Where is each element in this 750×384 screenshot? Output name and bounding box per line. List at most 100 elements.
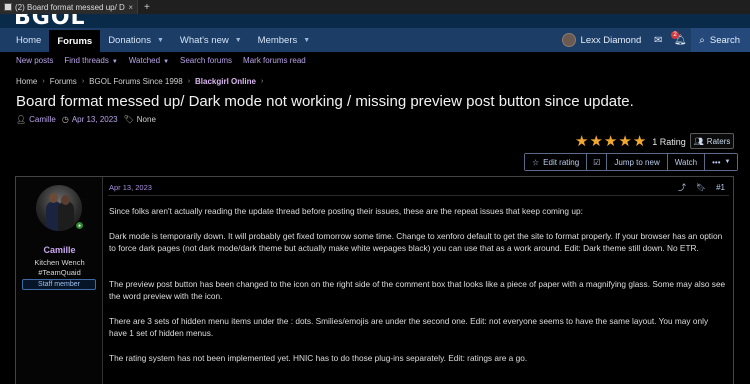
watch-button[interactable]: Watch [667, 154, 706, 170]
nav-tab-label: Home [16, 34, 42, 46]
clock-icon: ◷ [61, 115, 69, 124]
nav-tab-home[interactable]: Home [0, 28, 49, 52]
subnav-watched[interactable]: Watched ▼ [129, 56, 169, 65]
more-options-button[interactable]: ••• ▼ [705, 154, 738, 170]
search-label: Search [709, 34, 740, 46]
post-paragraph: Dark mode is temporarily down. It will p… [109, 230, 723, 254]
post-paragraph: The rating system has not been implement… [109, 352, 528, 363]
thread-action-bar: ☆ Edit rating ☑ Jump to new Watch ••• ▼ [524, 153, 739, 171]
chevron-down-icon: ▼ [163, 59, 170, 65]
chevron-down-icon: ▼ [111, 59, 118, 65]
checkbox-icon: ☑ [593, 157, 601, 167]
star-icon: ★ [618, 133, 632, 150]
bookmark-icon[interactable]: 🔖︎ [696, 183, 706, 192]
chevron-right-icon: › [187, 78, 191, 85]
share-icon[interactable]: ⤴ [678, 182, 686, 193]
nav-tab-members[interactable]: Members ▼ [250, 28, 319, 52]
avatar [561, 33, 576, 47]
browser-tab-strip: (2) Board format messed up/ Dark mo × + [0, 0, 750, 14]
site-logo[interactable]: BGOL [14, 14, 86, 28]
tags-icon: 🏷︎ [123, 115, 134, 124]
close-tab-icon[interactable]: × [128, 3, 133, 12]
chevron-right-icon: › [42, 78, 45, 85]
nav-tab-label: Donations [108, 34, 151, 46]
jump-to-new-label: Jump to new [614, 157, 660, 167]
nav-tab-whats-new[interactable]: What's new ▼ [172, 28, 250, 52]
nav-tab-label: Members [257, 34, 298, 46]
nav-tab-forums[interactable]: Forums [49, 28, 101, 52]
thread-author[interactable]: Camille [29, 115, 56, 124]
main-nav: Home Forums Donations ▼ What's new ▼ Membe… [0, 28, 750, 52]
thread-rating: ★ ★ ★ ★ ★ 1 Rating [575, 134, 686, 149]
raters-button[interactable]: 👥︎ Raters [690, 133, 734, 149]
online-status-icon: ● [75, 221, 84, 230]
post-body: Apr 13, 2023 ⤴ 🔖︎ #1 Since folks aren't … [104, 177, 733, 384]
chevron-down-icon[interactable]: ▼ [303, 37, 310, 44]
account-menu[interactable]: Lexx Diamond [556, 28, 648, 52]
thread-tags: None [136, 115, 156, 124]
inbox-icon[interactable]: ✉ [647, 28, 669, 52]
favicon-icon [4, 3, 12, 11]
star-icon: ★ [575, 133, 589, 150]
staff-badge: Staff member [22, 279, 96, 290]
nav-tab-label: Forums [57, 35, 93, 47]
select-checkbox-button[interactable]: ☑ [587, 154, 608, 170]
search-icon: ⌕ [699, 34, 705, 46]
post-content: Since folks aren't actually reading the … [109, 205, 727, 376]
edit-rating-label: Edit rating [543, 157, 580, 167]
more-icon: ••• [712, 157, 721, 167]
thread-meta: 👤︎ Camille ◷ Apr 13, 2023 🏷︎ None [16, 115, 162, 124]
chevron-down-icon[interactable]: ▼ [235, 37, 242, 44]
post-user-title-2: #TeamQuaid [38, 268, 81, 277]
rating-count: 1 Rating [652, 136, 686, 147]
nav-account-area: Lexx Diamond ✉ 2 🔔︎ ⌕ Search [556, 28, 750, 52]
breadcrumb-item[interactable]: Forums [50, 77, 77, 86]
alerts-icon[interactable]: 2 🔔︎ [669, 28, 691, 52]
star-icon: ★ [632, 133, 647, 150]
star-icon: ★ [589, 133, 603, 150]
post-date[interactable]: Apr 13, 2023 [109, 183, 152, 192]
browser-tab[interactable]: (2) Board format messed up/ Dark mo × [0, 0, 138, 14]
user-icon: 👤︎ [16, 115, 27, 124]
post-paragraph: Since folks aren't actually reading the … [109, 206, 583, 216]
watch-label: Watch [674, 157, 698, 167]
breadcrumb: Home › Forums › BGOL Forums Since 1998 ›… [16, 77, 268, 86]
post: ● Camille Kitchen Wench #TeamQuaid Staff… [15, 176, 734, 384]
new-tab-icon[interactable]: + [144, 2, 150, 13]
chevron-right-icon: › [81, 78, 85, 85]
subnav-find-threads[interactable]: Find threads ▼ [64, 56, 117, 65]
post-user-title: Kitchen Wench [34, 258, 85, 267]
breadcrumb-item[interactable]: Home [16, 77, 37, 86]
subnav-search-forums[interactable]: Search forums [180, 56, 232, 65]
chevron-down-icon: ▼ [724, 159, 731, 165]
alerts-badge: 2 [671, 31, 679, 39]
subnav-new-posts[interactable]: New posts [16, 56, 53, 65]
browser-tab-title: (2) Board format messed up/ Dark mo [15, 2, 125, 12]
site-header: BGOL [0, 14, 750, 28]
nav-tab-label: What's new [179, 34, 229, 46]
star-outline-icon: ☆ [532, 157, 540, 167]
jump-to-new-button[interactable]: Jump to new [607, 154, 668, 170]
subnav-label: Watched [128, 56, 161, 65]
thread-date[interactable]: Apr 13, 2023 [72, 115, 118, 124]
star-icon: ★ [603, 133, 618, 150]
search-button[interactable]: ⌕ Search [691, 28, 750, 52]
subnav-mark-read[interactable]: Mark forums read [243, 56, 306, 65]
post-number[interactable]: #1 [716, 183, 725, 192]
post-user-panel: ● Camille Kitchen Wench #TeamQuaid Staff… [16, 177, 103, 384]
page-title: Board format messed up/ Dark mode not wo… [16, 93, 634, 110]
chevron-right-icon: › [260, 78, 264, 85]
breadcrumb-item[interactable]: BGOL Forums Since 1998 [89, 77, 183, 86]
chevron-down-icon[interactable]: ▼ [157, 37, 164, 44]
post-paragraph: The preview post button has been changed… [109, 278, 726, 302]
divider [108, 195, 729, 196]
users-icon: 👥︎ [693, 136, 704, 146]
nav-tab-donations[interactable]: Donations ▼ [100, 28, 172, 52]
sub-nav: New posts Find threads ▼ Watched ▼ Search … [0, 52, 750, 69]
raters-label: Raters [706, 136, 731, 146]
account-username: Lexx Diamond [580, 34, 642, 46]
post-paragraph: There are 3 sets of hidden menu items un… [109, 315, 709, 339]
post-username[interactable]: Camille [16, 245, 103, 255]
edit-rating-button[interactable]: ☆ Edit rating [525, 154, 588, 170]
breadcrumb-item[interactable]: Blackgirl Online [195, 77, 256, 86]
